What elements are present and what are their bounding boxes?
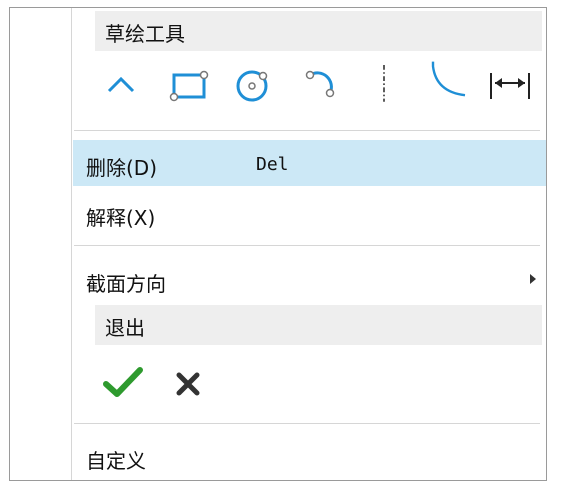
menu-item-customize[interactable]: 自定义 (73, 433, 546, 479)
menu-gutter (10, 8, 72, 480)
centerline-icon[interactable] (378, 65, 390, 105)
dimension-icon[interactable] (487, 65, 535, 105)
menu-item-delete[interactable]: 删除(D) Del (73, 140, 546, 186)
rectangle-icon[interactable] (168, 65, 212, 105)
checkmark-icon[interactable] (103, 366, 143, 400)
exit-header: 退出 (95, 305, 542, 345)
fillet-icon[interactable] (425, 60, 473, 100)
delete-shortcut: Del (256, 154, 289, 175)
submenu-arrow-icon (530, 274, 536, 284)
explain-label: 解释(X) (86, 206, 156, 230)
circle-icon[interactable] (232, 65, 276, 105)
line-icon[interactable] (105, 65, 145, 105)
separator (74, 245, 540, 246)
x-icon[interactable] (175, 372, 203, 396)
separator (74, 423, 540, 424)
separator (74, 130, 540, 131)
exit-title: 退出 (105, 316, 145, 340)
section-orientation-label: 截面方向 (86, 272, 166, 296)
customize-label: 自定义 (86, 449, 146, 473)
sketch-tools-title: 草绘工具 (105, 22, 185, 46)
context-menu: 草绘工具 删除(D) Del 解释(X) 截面方向 退出 自定义 (9, 7, 547, 481)
menu-item-explain[interactable]: 解释(X) (73, 190, 546, 236)
menu-item-section-orientation[interactable]: 截面方向 (73, 256, 546, 302)
sketch-tools-header: 草绘工具 (95, 11, 542, 51)
arc-icon[interactable] (300, 65, 344, 105)
delete-label: 删除(D) (86, 156, 158, 180)
